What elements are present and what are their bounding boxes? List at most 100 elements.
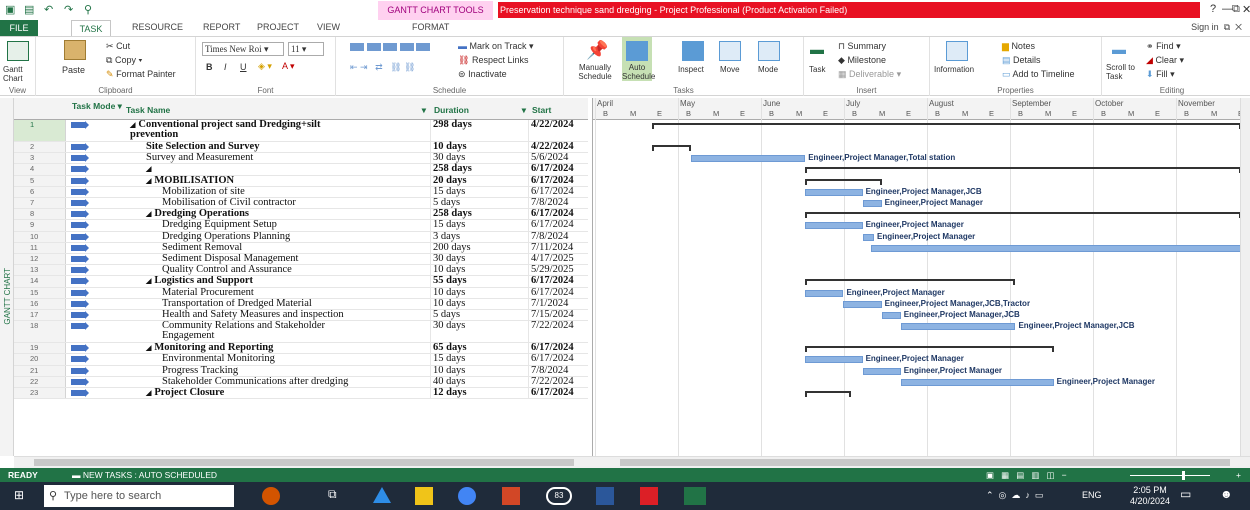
project-taskbar-icon[interactable] (684, 487, 706, 505)
duration-cell[interactable]: 5 days (430, 309, 528, 321)
table-row[interactable]: 6 Mobilization of site 15 days 6/17/2024 (14, 186, 588, 198)
tab-report[interactable]: REPORT (203, 22, 240, 32)
start-cell[interactable]: 7/22/2024 (528, 376, 588, 387)
task-name-cell[interactable]: Mobilization of site (124, 187, 429, 197)
pct-0-icon[interactable] (350, 42, 364, 51)
gantt-chart-button[interactable]: Gantt Chart (3, 65, 33, 83)
table-row[interactable]: 20 Environmental Monitoring 15 days 6/17/20… (14, 354, 588, 366)
duration-cell[interactable]: 55 days (430, 276, 528, 287)
row-number[interactable]: 1 (14, 120, 66, 141)
scroll-to-task-button[interactable]: Scroll to Task (1106, 63, 1142, 81)
start-cell[interactable]: 6/17/2024 (528, 175, 588, 186)
paste-icon[interactable] (64, 40, 86, 60)
manually-schedule-button[interactable]: Manually Schedule (568, 63, 622, 81)
chrome-icon[interactable] (458, 487, 476, 505)
duration-cell[interactable]: 10 days (430, 264, 528, 276)
duration-cell[interactable]: 10 days (430, 141, 528, 153)
start-cell[interactable]: 7/15/2024 (528, 309, 588, 321)
table-row[interactable]: 5 ◢ MOBILISATION 20 days 6/17/2024 (14, 175, 588, 187)
task-mode-cell[interactable] (67, 142, 123, 152)
redo-icon[interactable]: ↷ (64, 3, 73, 16)
header-task-mode[interactable]: Task Mode ▾ (72, 102, 122, 111)
row-number[interactable]: 20 (14, 354, 66, 365)
information-button[interactable]: Information (934, 65, 974, 74)
row-number[interactable]: 23 (14, 388, 66, 399)
task-bar[interactable] (862, 367, 901, 375)
task-bar[interactable] (805, 222, 863, 230)
task-mode-cell[interactable] (67, 198, 123, 208)
gantt-chart-icon[interactable] (7, 41, 29, 61)
task-bar[interactable] (862, 200, 882, 207)
fill-button[interactable]: ⬇ Fill ▾ (1146, 69, 1175, 80)
table-row[interactable]: 4 ◢ 258 days 6/17/2024 (14, 164, 588, 176)
task-mode-cell[interactable] (67, 187, 123, 197)
tab-view[interactable]: VIEW (317, 22, 340, 32)
header-start[interactable]: Start (532, 106, 551, 115)
italic-button[interactable]: I (224, 62, 227, 72)
task-mode-cell[interactable] (67, 388, 123, 398)
task-name-cell[interactable]: Stakeholder Communications after dredgin… (124, 377, 429, 387)
task-mode-cell[interactable] (67, 288, 123, 298)
tab-task[interactable]: TASK (71, 20, 111, 37)
task-mode-cell[interactable] (67, 321, 123, 342)
start-cell[interactable]: 6/17/2024 (528, 276, 588, 287)
bold-button[interactable]: B (206, 62, 213, 72)
summary-bar[interactable] (805, 212, 1240, 219)
help-button[interactable]: ? (1210, 3, 1216, 15)
row-number[interactable]: 22 (14, 376, 66, 387)
task-bar[interactable] (690, 155, 806, 163)
task-bar[interactable] (870, 244, 1240, 252)
table-row[interactable]: 7 Mobilisation of Civil contractor 5 days 7… (14, 197, 588, 210)
start-cell[interactable]: 6/17/2024 (528, 220, 588, 231)
task-name-cell[interactable]: Transportation of Dredged Material (124, 299, 429, 309)
duration-cell[interactable]: 200 days (430, 242, 528, 253)
start-cell[interactable]: 7/8/2024 (528, 197, 588, 209)
task-bar[interactable] (862, 233, 875, 241)
task-mode-cell[interactable] (67, 310, 123, 320)
collapse-icon[interactable]: ◢ (146, 165, 151, 173)
task-name-cell[interactable]: Sediment Disposal Management (124, 254, 429, 264)
tab-format[interactable]: FORMAT (412, 22, 449, 32)
collapse-icon[interactable]: ◢ (146, 177, 151, 185)
task-mode-cell[interactable] (67, 354, 123, 364)
tab-file[interactable]: FILE (0, 20, 38, 36)
table-row[interactable]: 19 ◢ Monitoring and Reporting 65 days 6/17/2… (14, 342, 588, 355)
table-row[interactable]: 23 ◢ Project Closure 12 days 6/17/2024 (14, 387, 588, 400)
task-bar[interactable] (881, 312, 901, 319)
zoom-in-icon[interactable]: + (1236, 470, 1241, 480)
row-number[interactable]: 11 (14, 242, 66, 253)
start-cell[interactable]: 4/22/2024 (528, 141, 588, 153)
duration-cell[interactable]: 15 days (430, 186, 528, 197)
indent-outdent-icons[interactable]: ⇤ ⇥ ⇄ ⛓ ⛓ (350, 62, 415, 73)
customize-icon[interactable]: ⚲ (84, 3, 92, 16)
summary-bar[interactable] (805, 167, 1240, 174)
collapse-icon[interactable]: ◢ (130, 121, 135, 129)
task-mode-cell[interactable] (67, 153, 123, 163)
table-row[interactable]: 10 Dredging Operations Planning 3 days 7/8/… (14, 231, 588, 243)
task-mode-cell[interactable] (67, 366, 123, 376)
start-cell[interactable]: 5/6/2024 (528, 152, 588, 164)
task-name-cell[interactable]: ◢ MOBILISATION (124, 176, 429, 186)
clear-button[interactable]: ◢ Clear ▾ (1146, 55, 1184, 66)
row-number[interactable]: 14 (14, 276, 66, 287)
close-button[interactable]: ✕ (1242, 3, 1250, 16)
whatsapp-icon[interactable]: 83 (546, 487, 572, 505)
row-number[interactable]: 3 (14, 153, 66, 164)
highlight-icon[interactable]: ◈ ▾ (258, 61, 272, 72)
task-mode-cell[interactable] (67, 232, 123, 242)
new-tasks-status[interactable]: ▬ NEW TASKS : AUTO SCHEDULED (72, 470, 217, 480)
row-number[interactable]: 15 (14, 287, 66, 298)
zoom-slider-knob[interactable] (1182, 471, 1185, 480)
row-number[interactable]: 21 (14, 365, 66, 376)
task-name-cell[interactable]: Site Selection and Survey (124, 142, 429, 152)
duration-cell[interactable]: 40 days (430, 376, 528, 387)
table-row[interactable]: 14 ◢ Logistics and Support 55 days 6/17/2024 (14, 276, 588, 288)
duration-cell[interactable]: 30 days (430, 320, 528, 343)
duration-cell[interactable]: 258 days (430, 208, 528, 220)
acrobat-icon[interactable] (640, 487, 658, 505)
task-name-cell[interactable]: Environmental Monitoring (124, 354, 429, 364)
table-row[interactable]: 13 Quality Control and Assurance 10 days 5/… (14, 264, 588, 277)
tab-project[interactable]: PROJECT (257, 22, 299, 32)
task-mode-cell[interactable] (67, 265, 123, 275)
task-mode-cell[interactable] (67, 299, 123, 309)
